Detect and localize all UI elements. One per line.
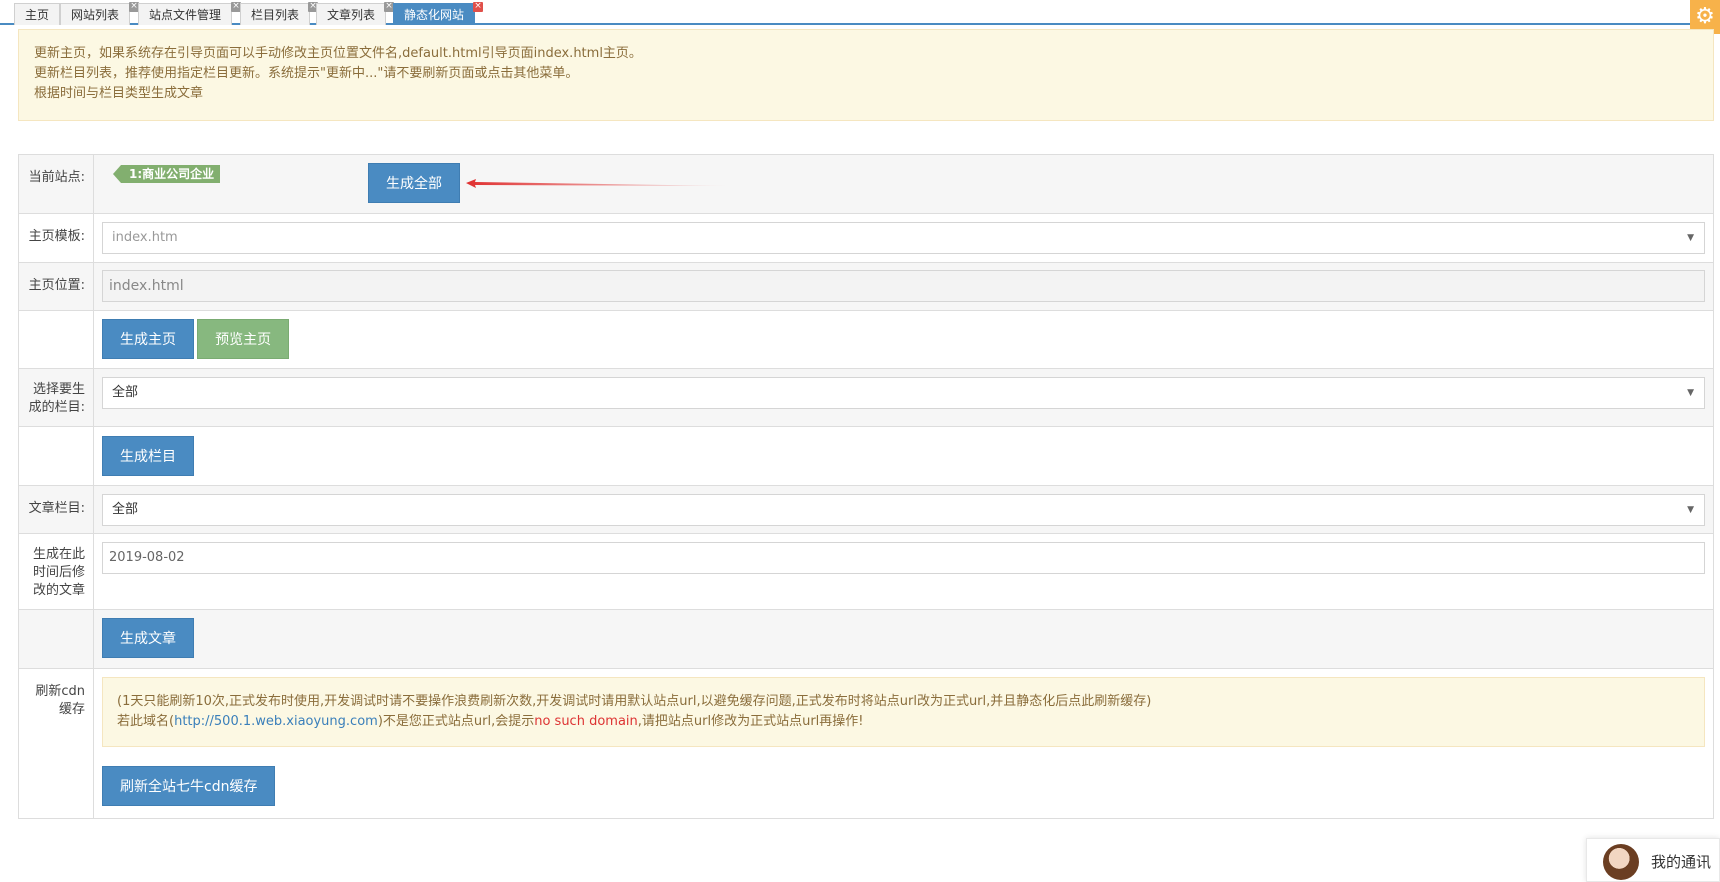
chat-label: 我的通讯 <box>1651 853 1712 871</box>
home-location-row: 主页位置: index.html <box>19 263 1713 311</box>
tab-label: 主页 <box>25 8 50 22</box>
chevron-down-icon: ▼ <box>1687 233 1694 243</box>
error-text: no such domain <box>534 714 638 729</box>
domain-link[interactable]: http://500.1.web.xiaoyung.com <box>174 714 378 729</box>
home-location-field[interactable]: index.html <box>102 270 1705 302</box>
notice-line: 根据时间与栏目类型生成文章 <box>34 86 204 101</box>
site-tag: 1:商业公司企业 <box>112 165 221 183</box>
tab-home[interactable]: 主页 <box>14 3 61 25</box>
category-select[interactable]: 全部 ▼ <box>102 377 1705 409</box>
article-category-select[interactable]: 全部 ▼ <box>102 494 1705 526</box>
note-text: ,请把站点url修改为正式站点url再操作! <box>637 714 864 729</box>
tab-site-file-manager[interactable]: 站点文件管理 <box>138 3 233 25</box>
generate-article-button[interactable]: 生成文章 <box>102 618 194 658</box>
generate-all-button[interactable]: 生成全部 <box>368 163 460 203</box>
chat-widget[interactable]: 我的通讯 <box>1586 838 1720 882</box>
preview-home-button[interactable]: 预览主页 <box>197 319 290 359</box>
avatar <box>1603 844 1639 880</box>
cdn-row: 刷新cdn缓存 (1天只能刷新10次,正式发布时使用,开发调试时请不要操作浪费刷… <box>19 669 1713 819</box>
annotation-arrow <box>466 179 734 188</box>
modified-after-row: 生成在此时间后修改的文章 2019-08-02 <box>19 534 1713 610</box>
tab-label: 文章列表 <box>327 8 376 22</box>
tab-article-list[interactable]: 文章列表 <box>316 3 387 25</box>
tab-site-list[interactable]: 网站列表 <box>60 3 131 25</box>
static-site-form: 当前站点: 1:商业公司企业 生成全部 主页模板: index.htm ▼ 主页… <box>18 154 1714 819</box>
empty-label <box>19 427 94 485</box>
generate-home-button[interactable]: 生成主页 <box>102 319 194 359</box>
info-notice: 更新主页，如果系统存在引导页面可以手动修改主页位置文件名,default.htm… <box>18 29 1714 121</box>
category-select-row: 选择要生成的栏目: 全部 ▼ <box>19 369 1713 427</box>
article-category-value: 全部 <box>112 502 139 517</box>
chevron-down-icon: ▼ <box>1687 505 1694 515</box>
empty-label <box>19 610 94 668</box>
article-category-row: 文章栏目: 全部 ▼ <box>19 486 1713 534</box>
tab-static-site[interactable]: 静态化网站 <box>393 3 476 25</box>
tab-label: 站点文件管理 <box>149 8 222 22</box>
home-actions-row: 生成主页 预览主页 <box>19 311 1713 369</box>
tab-label: 静态化网站 <box>404 8 465 22</box>
notice-line: 更新栏目列表，推荐使用指定栏目更新。系统提示"更新中..."请不要刷新页面或点击… <box>34 66 579 81</box>
tab-bar: 主页 网站列表 × 站点文件管理 × 栏目列表 × 文章列表 × 静态化网站 × <box>0 0 1720 25</box>
tab-label: 网站列表 <box>71 8 120 22</box>
tab-category-list[interactable]: 栏目列表 <box>240 3 311 25</box>
home-template-label: 主页模板: <box>19 214 94 262</box>
cdn-label: 刷新cdn缓存 <box>19 669 94 818</box>
note-text: 若此域名( <box>117 714 175 729</box>
cdn-notice: (1天只能刷新10次,正式发布时使用,开发调试时请不要操作浪费刷新次数,开发调试… <box>102 677 1705 747</box>
article-category-label: 文章栏目: <box>19 486 94 533</box>
current-site-label: 当前站点: <box>19 155 94 213</box>
current-site-row: 当前站点: 1:商业公司企业 生成全部 <box>19 155 1713 214</box>
date-field[interactable]: 2019-08-02 <box>102 542 1705 574</box>
notice-line: 更新主页，如果系统存在引导页面可以手动修改主页位置文件名,default.htm… <box>34 46 642 61</box>
chevron-down-icon: ▼ <box>1687 388 1694 398</box>
generate-category-button[interactable]: 生成栏目 <box>102 436 194 476</box>
home-template-select[interactable]: index.htm ▼ <box>102 222 1705 254</box>
article-actions-row: 生成文章 <box>19 610 1713 669</box>
close-icon[interactable]: × <box>473 2 483 12</box>
home-template-value: index.htm <box>112 230 178 245</box>
category-actions-row: 生成栏目 <box>19 427 1713 486</box>
category-select-value: 全部 <box>112 385 139 400</box>
cdn-domain-note: 若此域名(http://500.1.web.xiaoyung.com)不是您正式… <box>117 712 1690 732</box>
modified-after-label: 生成在此时间后修改的文章 <box>19 534 94 609</box>
refresh-cdn-button[interactable]: 刷新全站七牛cdn缓存 <box>102 766 276 806</box>
home-location-label: 主页位置: <box>19 263 94 310</box>
home-template-row: 主页模板: index.htm ▼ <box>19 214 1713 263</box>
category-select-label: 选择要生成的栏目: <box>19 369 94 426</box>
cdn-note: (1天只能刷新10次,正式发布时使用,开发调试时请不要操作浪费刷新次数,开发调试… <box>117 694 1152 709</box>
empty-label <box>19 311 94 368</box>
note-text: )不是您正式站点url,会提示 <box>377 714 535 729</box>
tab-label: 栏目列表 <box>251 8 300 22</box>
